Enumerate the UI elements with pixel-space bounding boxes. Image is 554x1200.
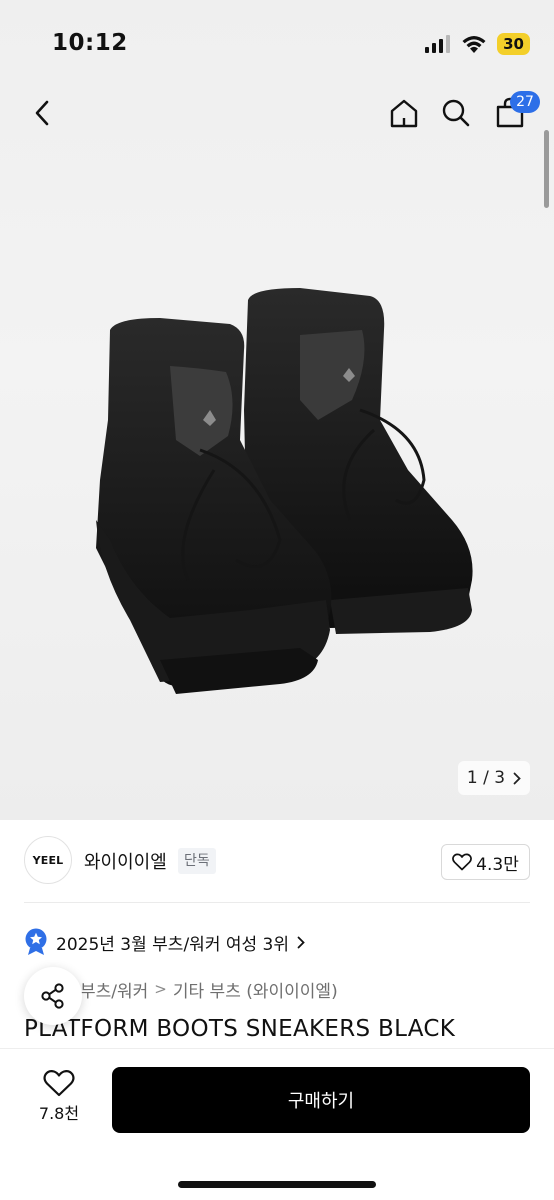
cellular-signal-icon [425,35,451,53]
cart-count-badge: 27 [510,91,540,113]
cart-button[interactable]: 27 [488,88,540,138]
exclusive-badge: 단독 [178,848,216,874]
brand-like-button[interactable]: 4.3만 [441,844,530,880]
chevron-right-icon [297,936,305,948]
breadcrumb-item-other-boots[interactable]: 기타 부츠 (와이이이엘) [173,977,338,1002]
breadcrumb-separator-icon: > [154,980,167,998]
brand-name[interactable]: 와이이이엘 [84,848,167,874]
gallery-page-text: 1 / 3 [466,768,506,788]
scrollbar-thumb[interactable] [544,130,549,208]
bottom-purchase-bar: 7.8천 구매하기 [0,1048,554,1200]
wishlist-button[interactable]: 7.8천 [20,1069,98,1133]
back-chevron-icon [35,100,49,126]
wishlist-count: 7.8천 [38,1104,80,1123]
back-button[interactable] [20,88,64,138]
home-indicator[interactable] [178,1181,376,1188]
top-navigation: 27 [0,88,554,138]
brand-logo[interactable]: YEEL [24,836,72,884]
chevron-right-icon [513,772,521,784]
battery-indicator: 30 [497,33,530,55]
product-title: PLATFORM BOOTS SNEAKERS BLACK [24,1016,456,1042]
section-divider [24,902,530,903]
star-badge-icon [25,928,47,955]
search-button[interactable] [434,88,478,138]
share-button[interactable] [24,967,82,1025]
product-image-gallery[interactable]: 10:12 30 27 1 / 3 [0,0,554,820]
heart-outline-icon [43,1070,75,1097]
buy-button[interactable]: 구매하기 [112,1067,530,1133]
brand-like-count: 4.3만 [476,854,519,875]
home-button[interactable] [382,88,426,138]
search-icon [442,99,470,127]
gallery-page-indicator[interactable]: 1 / 3 [458,761,530,795]
breadcrumb-item-boots-walker[interactable]: 부츠/워커 [80,977,148,1002]
home-icon [390,99,418,128]
heart-outline-icon [452,853,473,871]
status-time: 10:12 [52,30,128,56]
share-icon [41,983,64,1009]
status-icons: 30 [425,30,530,58]
ranking-text: 2025년 3월 부츠/워커 여성 3위 [56,934,289,955]
ranking-link[interactable]: 2025년 3월 부츠/워커 여성 3위 [24,928,305,956]
brand-row: YEEL 와이이이엘 단독 4.3만 [0,836,554,886]
wifi-icon [462,36,486,53]
status-bar: 10:12 30 [0,0,554,80]
